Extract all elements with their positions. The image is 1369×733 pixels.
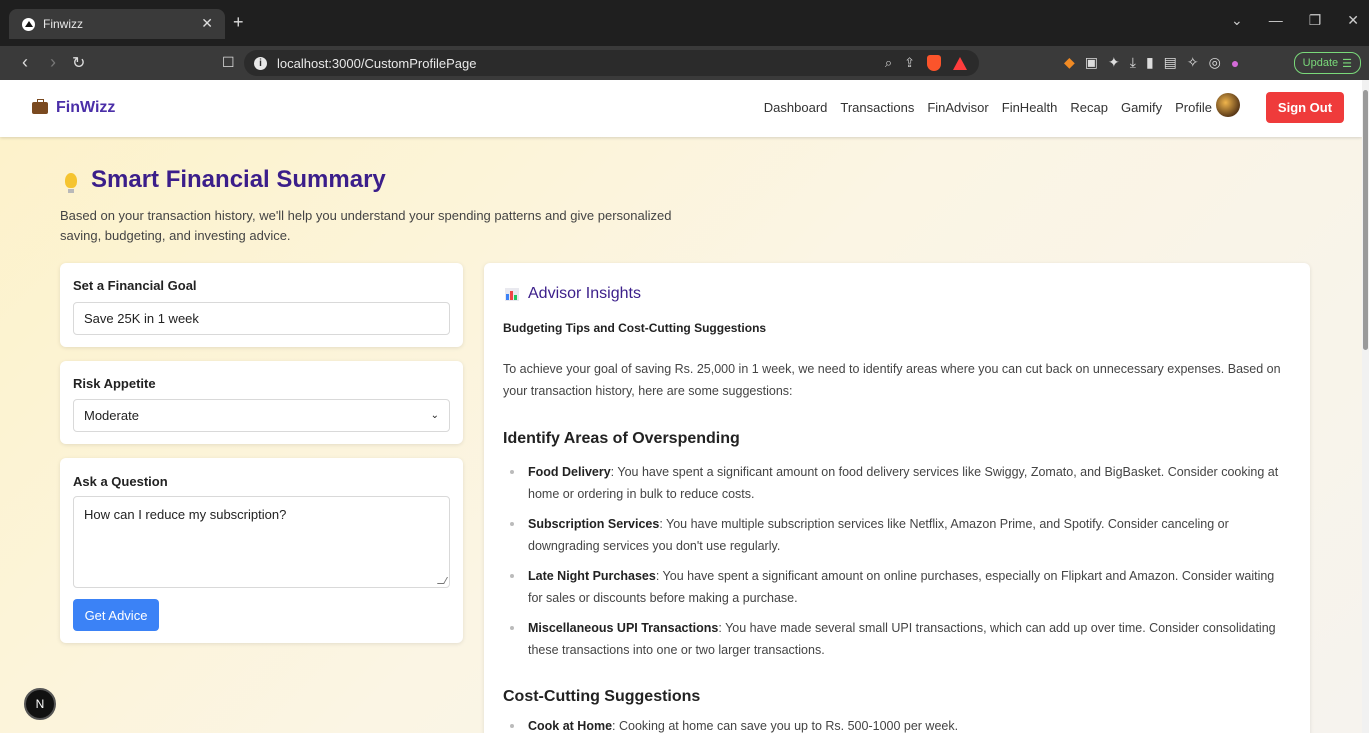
list-item-term: Miscellaneous UPI Transactions [528,621,719,635]
page-title-text: Smart Financial Summary [91,166,386,193]
sign-out-button[interactable]: Sign Out [1266,92,1344,123]
brand-name: FinWizz [56,99,116,116]
browser-tabbar: Finwizz ✕ + ⌄ — ❐ ✕ [0,0,1369,46]
overspending-list: Food Delivery: You have spent a signific… [506,461,1286,669]
question-label: Ask a Question [73,474,168,489]
question-card: Ask a Question How can I reduce my subsc… [60,458,463,643]
page: FinWizz Dashboard Transactions FinAdviso… [0,80,1362,733]
briefcase-icon [32,99,48,114]
tab-list-icon[interactable]: ⌄ [1231,12,1243,29]
nav-item-recap[interactable]: Recap [1070,100,1108,115]
download-icon[interactable]: ⤓ [1130,54,1136,71]
page-intro: Based on your transaction history, we'll… [60,208,672,243]
page-scrollbar[interactable] [1362,80,1369,733]
extensions-bar: ◆ ▣ ✦ ⤓ ▮ ▤ ✧ ◎ ● [1064,54,1239,71]
overspending-heading: Identify Areas of Overspending [503,430,740,447]
risk-card: Risk Appetite Moderate ⌄ [60,361,463,444]
zoom-icon[interactable]: ⌕ [885,55,892,71]
nav-item-gamify[interactable]: Gamify [1121,100,1162,115]
brave-rewards-icon[interactable] [953,56,967,70]
question-textarea[interactable]: How can I reduce my subscription? [73,496,450,588]
share-icon[interactable]: ⇪ [904,55,915,71]
question-value: How can I reduce my subscription? [84,507,287,522]
wallet-icon[interactable]: ▤ [1164,54,1177,71]
insights-subheading: Budgeting Tips and Cost-Cutting Suggesti… [503,321,767,335]
url-text: localhost:3000/CustomProfilePage [277,55,477,71]
url-bar[interactable]: i localhost:3000/CustomProfilePage ⌕ ⇪ [244,50,979,76]
list-item: Late Night Purchases: You have spent a s… [506,565,1286,609]
lightbulb-icon [65,172,77,193]
extension-m-icon[interactable]: ▣ [1085,54,1098,71]
page-title: Smart Financial Summary [65,166,386,194]
browser-tab[interactable]: Finwizz ✕ [9,9,225,39]
list-item: Cook at Home: Cooking at home can save y… [506,715,1286,733]
vpn-icon[interactable]: ◎ [1209,54,1221,71]
site-info-icon[interactable]: i [254,56,267,70]
list-item-text: : Cooking at home can save you up to Rs.… [612,719,959,733]
nav-item-transactions[interactable]: Transactions [840,100,914,115]
new-tab-icon[interactable]: + [233,12,244,33]
leo-icon[interactable]: ✧ [1187,54,1199,71]
list-item: Subscription Services: You have multiple… [506,513,1286,557]
tab-close-icon[interactable]: ✕ [201,15,213,32]
reload-icon[interactable]: ↻ [72,53,85,73]
tab-favicon-icon [22,17,35,31]
risk-selected-value: Moderate [84,408,139,423]
insights-heading-text: Advisor Insights [528,285,641,302]
sidebar-icon[interactable]: ▮ [1146,54,1154,71]
nav-menu: Dashboard Transactions FinAdvisor FinHea… [764,100,1212,115]
insights-heading: Advisor Insights [505,285,641,303]
metamask-icon[interactable]: ◆ [1064,54,1075,71]
chevron-down-icon: ⌄ [430,410,439,421]
risk-label: Risk Appetite [73,376,156,391]
window-close-icon[interactable]: ✕ [1347,12,1359,29]
update-button[interactable]: Update ☰ [1293,52,1361,74]
cost-cutting-list: Cook at Home: Cooking at home can save y… [506,715,1286,733]
brand-logo[interactable]: FinWizz [32,99,115,117]
list-item: Food Delivery: You have spent a signific… [506,461,1286,505]
goal-value: Save 25K in 1 week [84,311,199,326]
update-label: Update [1302,57,1339,69]
window-controls: ⌄ — ❐ ✕ [1231,12,1359,29]
cost-cutting-heading: Cost-Cutting Suggestions [503,688,701,705]
insights-paragraph: To achieve your goal of saving Rs. 25,00… [503,362,1281,398]
browser-toolbar: ‹ › ↻ ☐ i localhost:3000/CustomProfilePa… [0,46,1369,80]
devtools-badge[interactable]: N [24,688,56,720]
extensions-puzzle-icon[interactable]: ✦ [1108,54,1120,71]
profile-icon[interactable]: ● [1231,55,1239,71]
back-icon[interactable]: ‹ [22,52,28,73]
list-item-term: Late Night Purchases [528,569,656,583]
list-item-term: Subscription Services [528,517,660,531]
menu-icon: ☰ [1342,57,1352,70]
bookmark-icon[interactable]: ☐ [222,54,235,71]
nav-item-dashboard[interactable]: Dashboard [764,100,828,115]
nav-item-profile[interactable]: Profile [1175,100,1212,115]
minimize-icon[interactable]: — [1269,12,1283,29]
goal-input[interactable]: Save 25K in 1 week [73,302,450,335]
app-navbar: FinWizz Dashboard Transactions FinAdviso… [0,80,1362,137]
restore-icon[interactable]: ❐ [1309,12,1322,29]
list-item: Miscellaneous UPI Transactions: You have… [506,617,1286,661]
scrollbar-thumb[interactable] [1363,90,1368,350]
nav-item-finhealth[interactable]: FinHealth [1002,100,1058,115]
forward-icon[interactable]: › [50,52,56,73]
list-item-term: Food Delivery [528,465,611,479]
risk-select[interactable]: Moderate ⌄ [73,399,450,432]
resize-handle-icon[interactable] [436,577,449,584]
brave-shields-icon[interactable] [927,55,941,71]
get-advice-button[interactable]: Get Advice [73,599,159,631]
tab-title: Finwizz [43,17,84,31]
list-item-term: Cook at Home [528,719,613,733]
list-item-text: : You have spent a significant amount on… [528,465,1279,501]
advisor-insights-card: Advisor Insights Budgeting Tips and Cost… [484,263,1310,733]
avatar[interactable] [1216,93,1240,117]
goal-label: Set a Financial Goal [73,278,197,293]
bar-chart-icon [505,287,519,301]
goal-card: Set a Financial Goal Save 25K in 1 week [60,263,463,347]
nav-item-finadvisor[interactable]: FinAdvisor [927,100,988,115]
